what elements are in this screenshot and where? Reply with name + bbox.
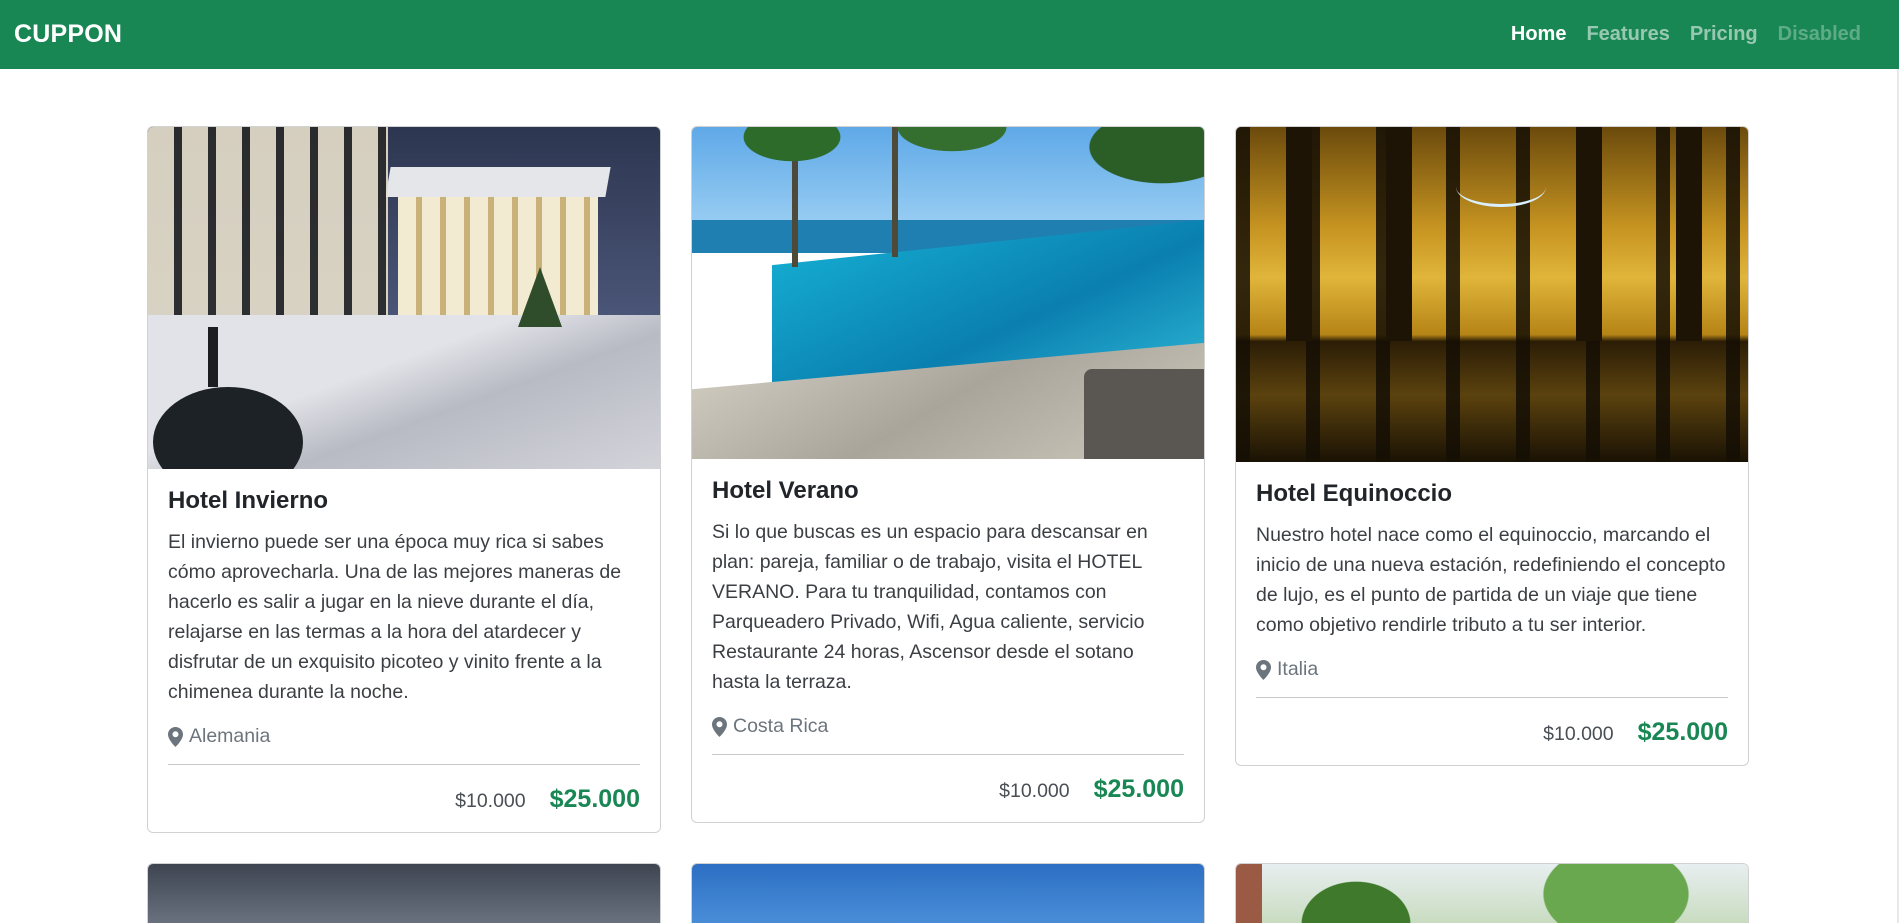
hotel-image [1236,127,1748,462]
map-pin-icon [1256,659,1271,680]
price-row: $10.000 $25.000 [168,765,640,832]
hotel-location: Alemania [168,725,640,748]
price-row: $10.000 $25.000 [712,755,1184,822]
hotel-title: Hotel Verano [712,477,859,504]
location-label: Costa Rica [733,715,829,737]
old-price: $10.000 [999,780,1070,802]
hotel-image [148,864,660,923]
hotel-image [148,127,660,469]
hotel-card-grid: Hotel Invierno El invierno puede ser una… [0,0,1899,923]
hotel-card[interactable] [691,863,1205,923]
hotel-image [1236,864,1748,923]
old-price: $10.000 [1543,723,1614,745]
current-price: $25.000 [549,785,640,813]
hotel-title: Hotel Invierno [168,487,329,514]
old-price: $10.000 [455,790,526,812]
current-price: $25.000 [1637,718,1728,746]
hotel-description: Si lo que buscas es un espacio para desc… [712,521,1148,693]
hotel-image [692,864,1204,923]
location-label: Italia [1277,658,1319,680]
hotel-card[interactable]: Hotel Invierno El invierno puede ser una… [147,126,661,833]
hotel-description: Nuestro hotel nace como el equinoccio, m… [1256,524,1726,636]
hotel-image [692,127,1204,459]
map-pin-icon [712,716,727,737]
location-label: Alemania [189,725,271,747]
hotel-location: Italia [1256,658,1728,681]
hotel-card[interactable] [1235,863,1749,923]
hotel-card[interactable] [147,863,661,923]
map-pin-icon [168,726,183,747]
hotel-title: Hotel Equinoccio [1256,480,1453,507]
hotel-location: Costa Rica [712,715,1184,738]
hotel-description: El invierno puede ser una época muy rica… [168,531,622,703]
hotel-card[interactable]: Hotel Verano Si lo que buscas es un espa… [691,126,1205,823]
current-price: $25.000 [1093,775,1184,803]
hotel-card[interactable]: Hotel Equinoccio Nuestro hotel nace como… [1235,126,1749,766]
price-row: $10.000 $25.000 [1256,698,1728,765]
